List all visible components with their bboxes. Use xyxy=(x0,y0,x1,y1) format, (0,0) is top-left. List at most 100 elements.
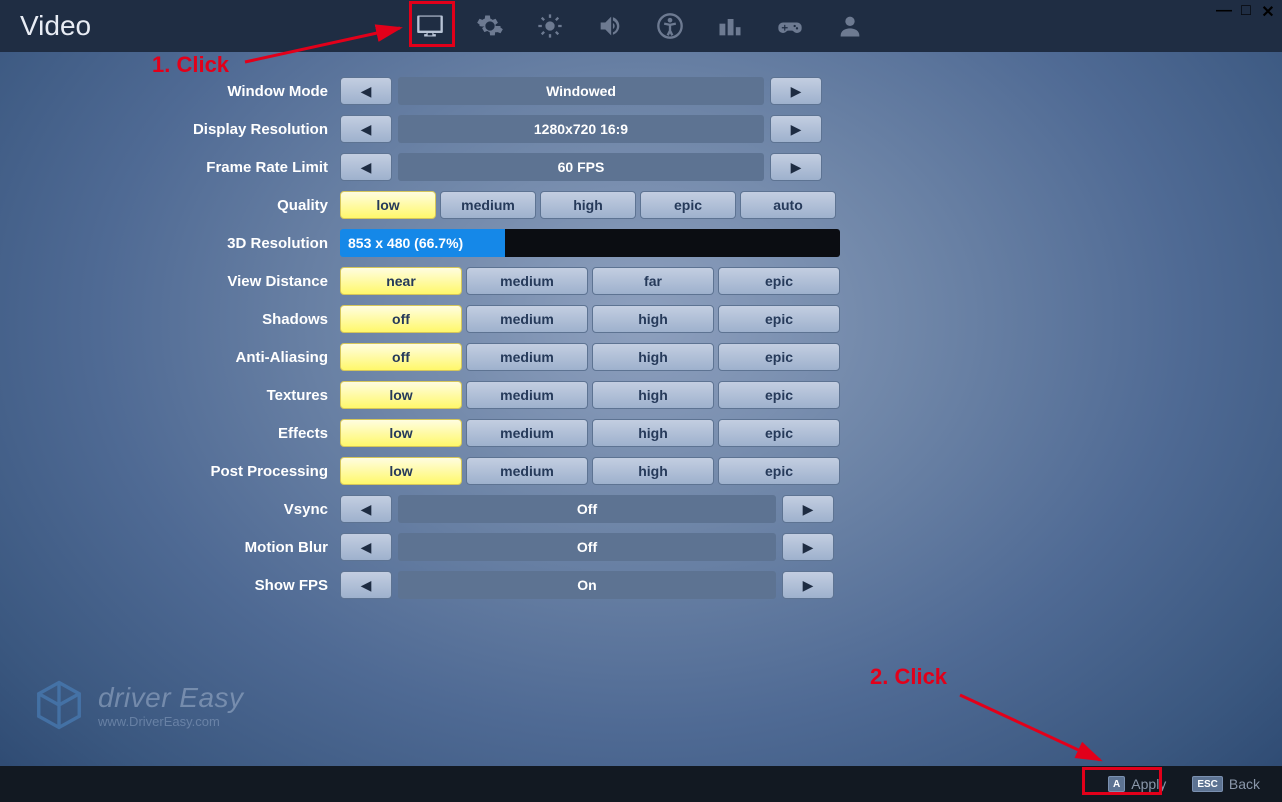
row-shadows: Shadows offmediumhighepic xyxy=(0,302,1282,336)
label-motion-blur: Motion Blur xyxy=(0,539,340,556)
option-low[interactable]: low xyxy=(340,457,462,485)
tab-video[interactable] xyxy=(410,6,450,46)
brightness-icon xyxy=(536,12,564,40)
apply-button[interactable]: A Apply xyxy=(1100,772,1174,796)
label-display-resolution: Display Resolution xyxy=(0,121,340,138)
label-effects: Effects xyxy=(0,425,340,442)
option-medium[interactable]: medium xyxy=(440,191,536,219)
resolution-prev[interactable]: ◀ xyxy=(340,115,392,143)
tab-accessibility[interactable] xyxy=(650,6,690,46)
row-effects: Effects lowmediumhighepic xyxy=(0,416,1282,450)
vsync-value[interactable]: Off xyxy=(398,495,776,523)
vsync-next[interactable]: ▶ xyxy=(782,495,834,523)
option-far[interactable]: far xyxy=(592,267,714,295)
accessibility-icon xyxy=(656,12,684,40)
option-high[interactable]: high xyxy=(592,343,714,371)
quality-options: lowmediumhighepicauto xyxy=(340,191,836,219)
option-low[interactable]: low xyxy=(340,419,462,447)
showfps-value[interactable]: On xyxy=(398,571,776,599)
row-motion-blur: Motion Blur ◀ Off ▶ xyxy=(0,530,1282,564)
tab-game[interactable] xyxy=(470,6,510,46)
resolution-value[interactable]: 1280x720 16:9 xyxy=(398,115,764,143)
tab-account[interactable] xyxy=(830,6,870,46)
3d-resolution-slider[interactable]: 853 x 480 (66.7%) xyxy=(340,229,840,257)
person-icon xyxy=(836,12,864,40)
watermark: driver Easy www.DriverEasy.com xyxy=(32,678,244,732)
row-display-resolution: Display Resolution ◀ 1280x720 16:9 ▶ xyxy=(0,112,1282,146)
row-quality: Quality lowmediumhighepicauto xyxy=(0,188,1282,222)
3d-resolution-value: 853 x 480 (66.7%) xyxy=(340,229,505,257)
option-medium[interactable]: medium xyxy=(466,457,588,485)
anti-aliasing-options: offmediumhighepic xyxy=(340,343,840,371)
option-epic[interactable]: epic xyxy=(640,191,736,219)
option-high[interactable]: high xyxy=(592,457,714,485)
option-near[interactable]: near xyxy=(340,267,462,295)
option-epic[interactable]: epic xyxy=(718,381,840,409)
window-maximize[interactable]: □ xyxy=(1238,2,1254,22)
option-high[interactable]: high xyxy=(540,191,636,219)
option-medium[interactable]: medium xyxy=(466,381,588,409)
window-mode-next[interactable]: ▶ xyxy=(770,77,822,105)
apply-keycap: A xyxy=(1108,776,1125,792)
watermark-title: driver Easy xyxy=(98,682,244,714)
option-high[interactable]: high xyxy=(592,381,714,409)
option-epic[interactable]: epic xyxy=(718,457,840,485)
row-post-processing: Post Processing lowmediumhighepic xyxy=(0,454,1282,488)
showfps-prev[interactable]: ◀ xyxy=(340,571,392,599)
monitor-icon xyxy=(416,12,444,40)
framerate-prev[interactable]: ◀ xyxy=(340,153,392,181)
apply-label: Apply xyxy=(1131,776,1166,792)
label-3d-resolution: 3D Resolution xyxy=(0,235,340,252)
row-vsync: Vsync ◀ Off ▶ xyxy=(0,492,1282,526)
option-high[interactable]: high xyxy=(592,419,714,447)
option-epic[interactable]: epic xyxy=(718,305,840,333)
controller-icon xyxy=(776,12,804,40)
tab-controller[interactable] xyxy=(770,6,810,46)
settings-tabs xyxy=(410,0,870,52)
option-high[interactable]: high xyxy=(592,305,714,333)
label-post-processing: Post Processing xyxy=(0,463,340,480)
vsync-prev[interactable]: ◀ xyxy=(340,495,392,523)
showfps-next[interactable]: ▶ xyxy=(782,571,834,599)
option-off[interactable]: off xyxy=(340,305,462,333)
tab-input[interactable] xyxy=(710,6,750,46)
row-window-mode: Window Mode ◀ Windowed ▶ xyxy=(0,74,1282,108)
option-low[interactable]: low xyxy=(340,191,436,219)
annotation-text-2: 2. Click xyxy=(870,664,947,690)
label-vsync: Vsync xyxy=(0,501,340,518)
post-processing-options: lowmediumhighepic xyxy=(340,457,840,485)
label-frame-rate: Frame Rate Limit xyxy=(0,159,340,176)
option-medium[interactable]: medium xyxy=(466,267,588,295)
option-epic[interactable]: epic xyxy=(718,267,840,295)
option-medium[interactable]: medium xyxy=(466,419,588,447)
framerate-next[interactable]: ▶ xyxy=(770,153,822,181)
option-epic[interactable]: epic xyxy=(718,419,840,447)
row-textures: Textures lowmediumhighepic xyxy=(0,378,1282,412)
option-medium[interactable]: medium xyxy=(466,305,588,333)
option-medium[interactable]: medium xyxy=(466,343,588,371)
watermark-url: www.DriverEasy.com xyxy=(98,714,244,729)
row-show-fps: Show FPS ◀ On ▶ xyxy=(0,568,1282,602)
framerate-value[interactable]: 60 FPS xyxy=(398,153,764,181)
back-label: Back xyxy=(1229,776,1260,792)
speaker-icon xyxy=(596,12,624,40)
motion-blur-value[interactable]: Off xyxy=(398,533,776,561)
option-epic[interactable]: epic xyxy=(718,343,840,371)
shadows-options: offmediumhighepic xyxy=(340,305,840,333)
back-button[interactable]: ESC Back xyxy=(1184,772,1268,796)
option-low[interactable]: low xyxy=(340,381,462,409)
window-mode-value[interactable]: Windowed xyxy=(398,77,764,105)
window-minimize[interactable]: — xyxy=(1216,2,1232,22)
window-mode-prev[interactable]: ◀ xyxy=(340,77,392,105)
motion-blur-next[interactable]: ▶ xyxy=(782,533,834,561)
settings-panel: Window Mode ◀ Windowed ▶ Display Resolut… xyxy=(0,74,1282,606)
window-close[interactable]: ✕ xyxy=(1260,2,1276,22)
motion-blur-prev[interactable]: ◀ xyxy=(340,533,392,561)
tab-audio[interactable] xyxy=(590,6,630,46)
option-off[interactable]: off xyxy=(340,343,462,371)
resolution-next[interactable]: ▶ xyxy=(770,115,822,143)
row-3d-resolution: 3D Resolution 853 x 480 (66.7%) xyxy=(0,226,1282,260)
titlebar: Video — □ ✕ xyxy=(0,0,1282,52)
option-auto[interactable]: auto xyxy=(740,191,836,219)
tab-brightness[interactable] xyxy=(530,6,570,46)
